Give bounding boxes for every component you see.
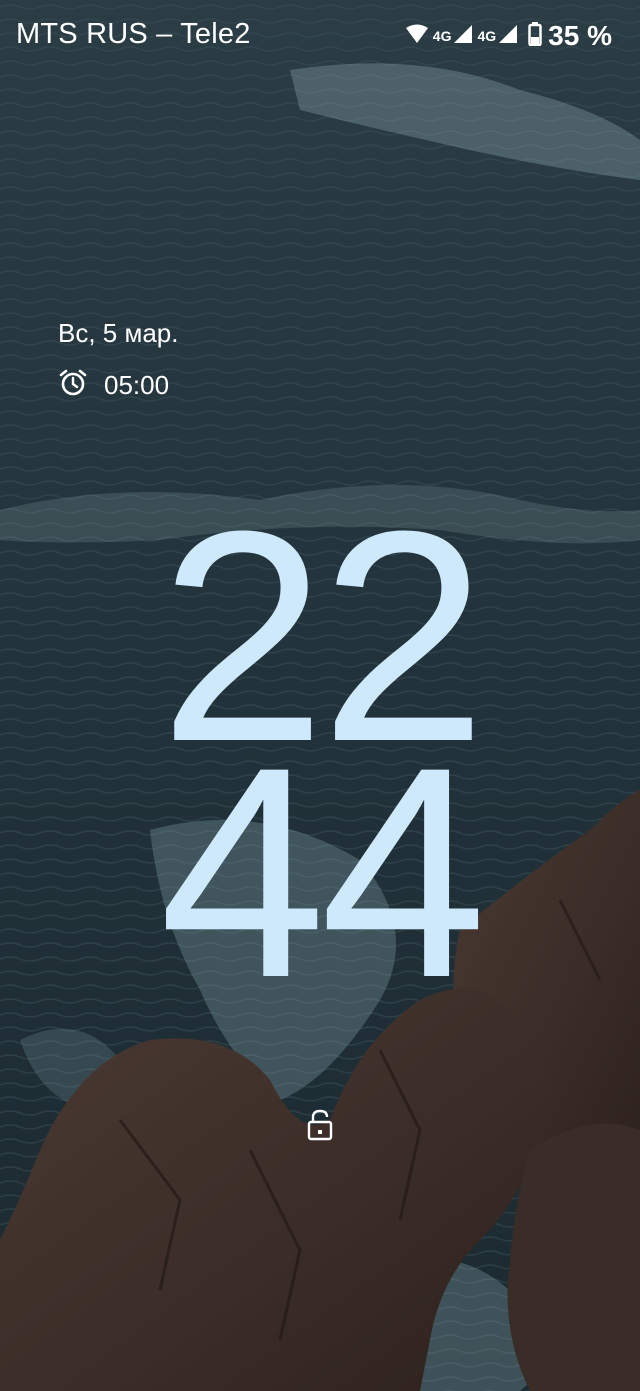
lock-icon[interactable]: [306, 1108, 334, 1147]
next-alarm: 05:00: [58, 368, 169, 403]
status-bar: MTS RUS – Tele2 4G 4G 35 %: [0, 0, 640, 72]
battery-percentage: 35 %: [548, 20, 612, 51]
status-icons: 4G 4G 35 %: [405, 18, 612, 54]
date-label: Вс, 5 мар.: [58, 318, 179, 348]
signal-icon: [498, 24, 518, 49]
wifi-icon: [405, 24, 429, 49]
network-type-1: 4G: [432, 28, 452, 44]
battery-icon: [528, 21, 542, 51]
alarm-time: 05:00: [104, 370, 170, 400]
lock-screen: MTS RUS – Tele2 4G 4G 35 % Вс, 5 мар. 05…: [0, 0, 640, 1391]
alarm-clock-icon: [58, 368, 88, 403]
signal-icon: [453, 24, 473, 49]
clock-minutes: 44: [159, 704, 487, 1040]
network-type-2: 4G: [477, 28, 497, 44]
carrier-name: MTS RUS – Tele2: [16, 18, 251, 50]
